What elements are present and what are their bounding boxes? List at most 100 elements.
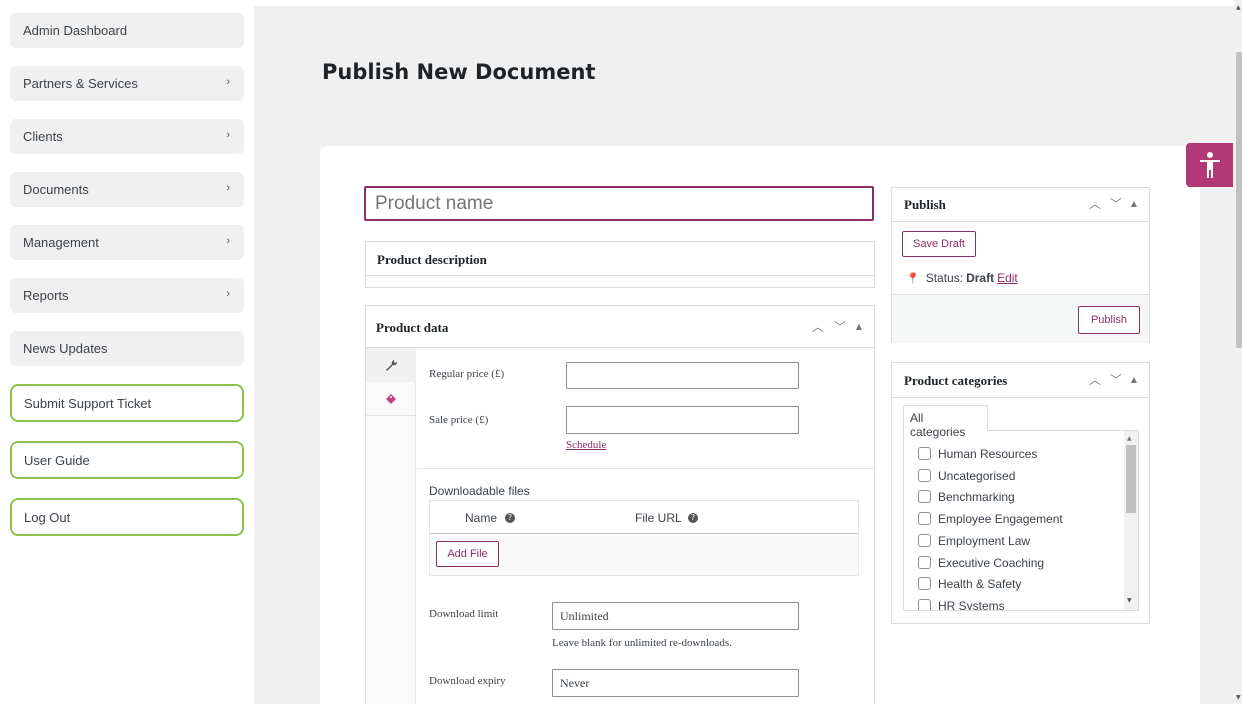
product-data-title: Product data (376, 320, 449, 335)
page-title: Publish New Document (322, 60, 596, 84)
download-expiry-input[interactable] (552, 669, 799, 697)
categories-list: Human Resources Uncategorised Benchmarki… (903, 430, 1139, 611)
category-item-label: Health & Safety (938, 577, 1022, 591)
tab-inventory[interactable] (366, 382, 416, 416)
chevron-up-icon[interactable]: ︿ (812, 318, 824, 335)
add-file-button[interactable]: Add File (436, 541, 499, 567)
product-name-input[interactable] (364, 186, 874, 221)
regular-price-label: Regular price (£) (429, 368, 505, 380)
sale-price-input[interactable] (566, 406, 799, 434)
chevron-up-icon[interactable]: ︿ (1089, 371, 1101, 388)
log-out-button[interactable]: Log Out (10, 498, 244, 536)
button-label: Log Out (24, 509, 71, 525)
chevron-right-icon: › (226, 182, 230, 194)
divider (366, 347, 874, 348)
product-data-tabs (366, 348, 416, 704)
product-categories-box: Product categories ︿ ﹀ ▲ All categories … (891, 362, 1150, 624)
chevron-right-icon: › (226, 235, 230, 247)
category-checkbox[interactable] (918, 490, 931, 503)
accessibility-icon (1199, 152, 1220, 178)
category-checkbox[interactable] (918, 599, 931, 610)
category-item-label: Uncategorised (938, 469, 1016, 483)
category-item-label: Employment Law (938, 534, 1031, 548)
category-checkbox[interactable] (918, 556, 931, 569)
sidebar-item-documents[interactable]: Documents › (10, 172, 244, 207)
sidebar-item-label: Reports (23, 288, 69, 303)
sale-price-label: Sale price (£) (429, 414, 489, 426)
product-categories-title: Product categories (904, 373, 1008, 388)
submit-support-ticket-button[interactable]: Submit Support Ticket (10, 384, 244, 422)
schedule-link[interactable]: Schedule (566, 439, 606, 451)
category-checkbox[interactable] (918, 577, 931, 590)
column-header-name: Name (465, 511, 498, 525)
help-icon[interactable]: ? (688, 513, 698, 523)
button-label: User Guide (24, 452, 90, 468)
tab-all-categories[interactable]: All categories (903, 405, 988, 439)
table-header: Name ? File URL ? (430, 501, 858, 534)
category-item-label: HR Systems (938, 599, 1005, 611)
categories-scrollbar[interactable]: ▲ ▼ (1124, 431, 1138, 610)
sidebar-item-label: Management (23, 235, 99, 250)
scroll-up-arrow-icon[interactable]: ▲ (1127, 435, 1132, 442)
tab-general[interactable] (366, 348, 416, 382)
collapse-toggle-icon[interactable]: ▲ (1131, 375, 1137, 384)
chevron-down-icon[interactable]: ﹀ (1110, 195, 1122, 212)
sidebar-item-label: Documents (23, 182, 89, 197)
tag-icon (386, 393, 396, 404)
category-checkbox[interactable] (918, 534, 931, 547)
user-guide-button[interactable]: User Guide (10, 441, 244, 479)
publish-title: Publish (904, 197, 946, 212)
download-limit-input[interactable] (552, 602, 799, 630)
category-item-label: Executive Coaching (938, 556, 1045, 570)
category-checkbox[interactable] (918, 469, 931, 482)
publish-actions: Publish (892, 294, 1149, 343)
column-header-file-url: File URL (635, 511, 682, 525)
product-description-box: Product description (365, 241, 875, 288)
downloadable-files-label: Downloadable files (429, 484, 530, 498)
sidebar-item-management[interactable]: Management › (10, 225, 244, 260)
scroll-down-arrow-icon[interactable]: ▼ (1236, 694, 1241, 701)
chevron-down-icon[interactable]: ﹀ (834, 318, 846, 335)
status-value: Draft (966, 271, 995, 285)
box-controls: ︿ ﹀ ▲ (1089, 371, 1137, 388)
product-description-title: Product description (377, 252, 487, 267)
help-icon[interactable]: ? (505, 513, 515, 523)
sidebar-item-partners-services[interactable]: Partners & Services › (10, 66, 244, 101)
sidebar-item-label: Partners & Services (23, 76, 138, 91)
divider (417, 468, 875, 469)
publish-status: 📍 Status: Draft Edit (906, 271, 1018, 285)
publish-box: Publish ︿ ﹀ ▲ Save Draft 📍 Status: Draft… (891, 187, 1150, 343)
chevron-right-icon: › (226, 76, 230, 88)
chevron-right-icon: › (226, 129, 230, 141)
status-edit-link[interactable]: Edit (997, 271, 1018, 285)
status-label: Status: (925, 271, 964, 285)
downloadable-files-table: Name ? File URL ? Add File (429, 500, 859, 576)
chevron-up-icon[interactable]: ︿ (1089, 195, 1101, 212)
download-limit-hint: Leave blank for unlimited re-downloads. (552, 637, 732, 649)
divider (892, 397, 1149, 398)
sidebar-item-label: Admin Dashboard (23, 23, 128, 38)
sidebar-item-clients[interactable]: Clients › (10, 119, 244, 154)
regular-price-input[interactable] (566, 362, 799, 389)
download-limit-label: Download limit (429, 608, 499, 620)
divider (892, 221, 1149, 222)
scroll-down-arrow-icon[interactable]: ▼ (1127, 597, 1132, 604)
sidebar-item-news-updates[interactable]: News Updates (10, 331, 244, 366)
category-item-label: Employee Engagement (938, 512, 1063, 526)
collapse-toggle-icon[interactable]: ▲ (856, 322, 862, 331)
chevron-down-icon[interactable]: ﹀ (1110, 371, 1122, 388)
category-checkbox[interactable] (918, 512, 931, 525)
download-expiry-label: Download expiry (429, 675, 506, 687)
collapse-toggle-icon[interactable]: ▲ (1131, 199, 1137, 208)
publish-button[interactable]: Publish (1078, 306, 1140, 334)
scroll-up-arrow-icon[interactable]: ▲ (1236, 4, 1241, 11)
page-scroll-thumb[interactable] (1236, 52, 1242, 348)
category-item-label: Human Resources (938, 447, 1038, 461)
sidebar-item-admin-dashboard[interactable]: Admin Dashboard (10, 13, 244, 48)
scroll-thumb[interactable] (1126, 445, 1136, 513)
save-draft-button[interactable]: Save Draft (902, 231, 976, 257)
pin-icon: 📍 (906, 272, 920, 285)
sidebar-item-reports[interactable]: Reports › (10, 278, 244, 313)
accessibility-button[interactable] (1186, 143, 1233, 187)
category-checkbox[interactable] (918, 447, 931, 460)
